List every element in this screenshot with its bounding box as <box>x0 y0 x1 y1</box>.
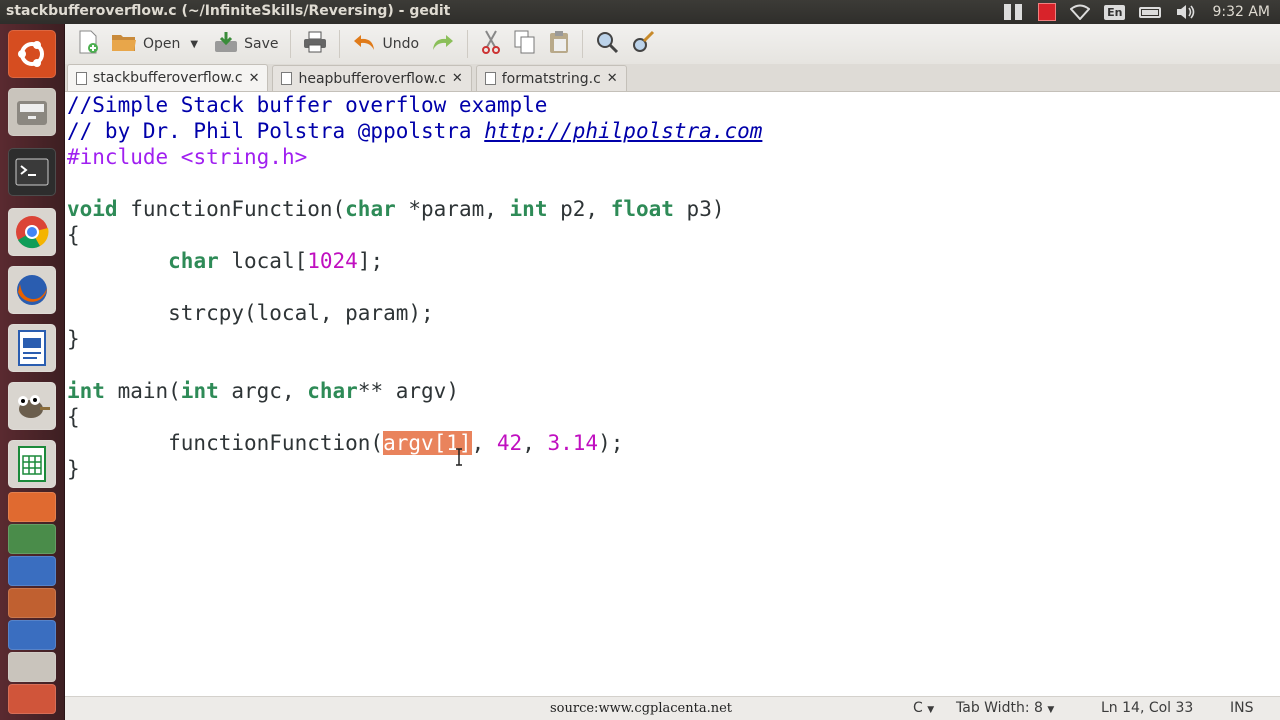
copy-icon <box>514 30 536 58</box>
pause-icon[interactable] <box>997 0 1031 24</box>
document-icon <box>281 72 293 85</box>
open-label: Open <box>143 36 181 52</box>
clock[interactable]: 9:32 AM <box>1204 4 1280 20</box>
toolbar-separator <box>467 30 469 58</box>
firefox-icon[interactable] <box>8 266 56 314</box>
chevron-down-icon: ▼ <box>190 38 199 50</box>
find-replace-icon <box>631 30 655 58</box>
text-cursor-icon <box>455 448 463 466</box>
keyboard-layout[interactable]: En <box>1097 0 1132 24</box>
find-replace-button[interactable] <box>625 27 661 61</box>
tab-bar: stackbufferoverflow.c ✕ heapbufferoverfl… <box>65 64 1280 92</box>
print-button[interactable] <box>297 27 333 61</box>
print-icon <box>303 31 327 57</box>
close-icon[interactable]: ✕ <box>452 71 463 86</box>
save-button[interactable]: Save <box>208 27 284 61</box>
code-line-13: { <box>67 405 80 429</box>
code-editor[interactable]: //Simple Stack buffer overflow example /… <box>65 92 1280 696</box>
undo-icon <box>352 32 376 56</box>
top-panel: stackbufferoverflow.c (~/InfiniteSkills/… <box>0 0 1280 24</box>
tab-label: stackbufferoverflow.c <box>93 70 243 86</box>
redo-icon <box>431 32 455 56</box>
code-line-2: // by Dr. Phil Polstra @ppolstra http://… <box>67 119 763 143</box>
copy-button[interactable] <box>508 27 542 61</box>
software-center-icon[interactable] <box>8 492 56 522</box>
new-document-button[interactable] <box>71 27 105 61</box>
toolbar-separator <box>339 30 341 58</box>
launcher-app-icon[interactable] <box>8 556 56 586</box>
ubuntu-dash-icon[interactable] <box>8 30 56 78</box>
undo-button[interactable]: Undo <box>346 27 425 61</box>
save-icon <box>214 31 238 57</box>
redo-button[interactable] <box>425 27 461 61</box>
system-tray: En 9:32 AM <box>997 0 1280 24</box>
save-label: Save <box>244 36 279 52</box>
code-line-9: strcpy(local, param); <box>67 301 434 325</box>
toolbar-separator <box>290 30 292 58</box>
tab-stackbufferoverflow[interactable]: stackbufferoverflow.c ✕ <box>67 64 269 91</box>
code-line-1: //Simple Stack buffer overflow example <box>67 93 548 117</box>
code-line-6: { <box>67 223 80 247</box>
toolbar: Open ▼ Save Undo <box>65 24 1280 64</box>
launcher <box>0 24 65 720</box>
open-button[interactable]: Open <box>105 27 186 61</box>
launcher-app-icon[interactable] <box>8 652 56 682</box>
comment-link[interactable]: http://philpolstra.com <box>484 119 762 143</box>
chevron-down-icon: ▼ <box>1047 705 1055 715</box>
status-bar: source:www.cgplacenta.net C ▼ Tab Width:… <box>65 696 1280 720</box>
find-button[interactable] <box>589 27 625 61</box>
insert-mode: INS <box>1230 700 1254 716</box>
record-icon[interactable] <box>1031 0 1063 24</box>
new-document-icon <box>77 30 99 58</box>
trash-icon[interactable] <box>8 684 56 714</box>
tab-label: formatstring.c <box>501 70 601 87</box>
code-line-12: int main(int argc, char** argv) <box>67 379 459 403</box>
chrome-icon[interactable] <box>8 208 56 256</box>
wifi-icon[interactable] <box>1063 0 1097 24</box>
close-icon[interactable]: ✕ <box>249 71 260 86</box>
code-line-3: #include <string.h> <box>67 145 308 169</box>
code-line-7: char local[1024]; <box>168 249 384 273</box>
tab-label: heapbufferoverflow.c <box>298 70 446 87</box>
disk-utility-icon[interactable] <box>8 524 56 554</box>
paste-button[interactable] <box>542 27 576 61</box>
folder-icon <box>111 31 137 57</box>
calc-icon[interactable] <box>8 440 56 488</box>
gimp-icon[interactable] <box>8 382 56 430</box>
search-icon <box>595 30 619 58</box>
paste-icon <box>548 30 570 58</box>
tab-heapbufferoverflow[interactable]: heapbufferoverflow.c ✕ <box>272 65 472 91</box>
undo-label: Undo <box>382 36 420 52</box>
document-icon <box>76 71 87 85</box>
tab-width-selector[interactable]: Tab Width: 8 ▼ <box>956 700 1054 716</box>
code-line-10: } <box>67 327 80 351</box>
terminal-icon[interactable] <box>8 148 56 196</box>
files-icon[interactable] <box>8 88 56 136</box>
scissors-icon <box>480 30 502 58</box>
toolbar-separator <box>582 30 584 58</box>
volume-icon[interactable] <box>1168 0 1204 24</box>
launcher-app-icon[interactable] <box>8 588 56 618</box>
code-line-5: void functionFunction(char *param, int p… <box>67 197 725 221</box>
window-title: stackbufferoverflow.c (~/InfiniteSkills/… <box>6 3 451 19</box>
battery-icon[interactable] <box>1132 0 1168 24</box>
cut-button[interactable] <box>474 27 508 61</box>
launcher-app-icon[interactable] <box>8 620 56 650</box>
code-line-15: } <box>67 457 80 481</box>
chevron-down-icon: ▼ <box>927 705 935 715</box>
document-icon <box>484 72 496 85</box>
tab-formatstring[interactable]: formatstring.c ✕ <box>475 65 627 91</box>
writer-icon[interactable] <box>8 324 56 372</box>
language-selector[interactable]: C ▼ <box>913 700 934 716</box>
code-line-14: functionFunction(argv[1], 42, 3.14); <box>67 431 624 455</box>
source-watermark: source:www.cgplacenta.net <box>550 701 732 716</box>
cursor-position: Ln 14, Col 33 <box>1101 700 1194 716</box>
open-dropdown-button[interactable]: ▼ <box>186 27 202 61</box>
close-icon[interactable]: ✕ <box>607 71 618 86</box>
